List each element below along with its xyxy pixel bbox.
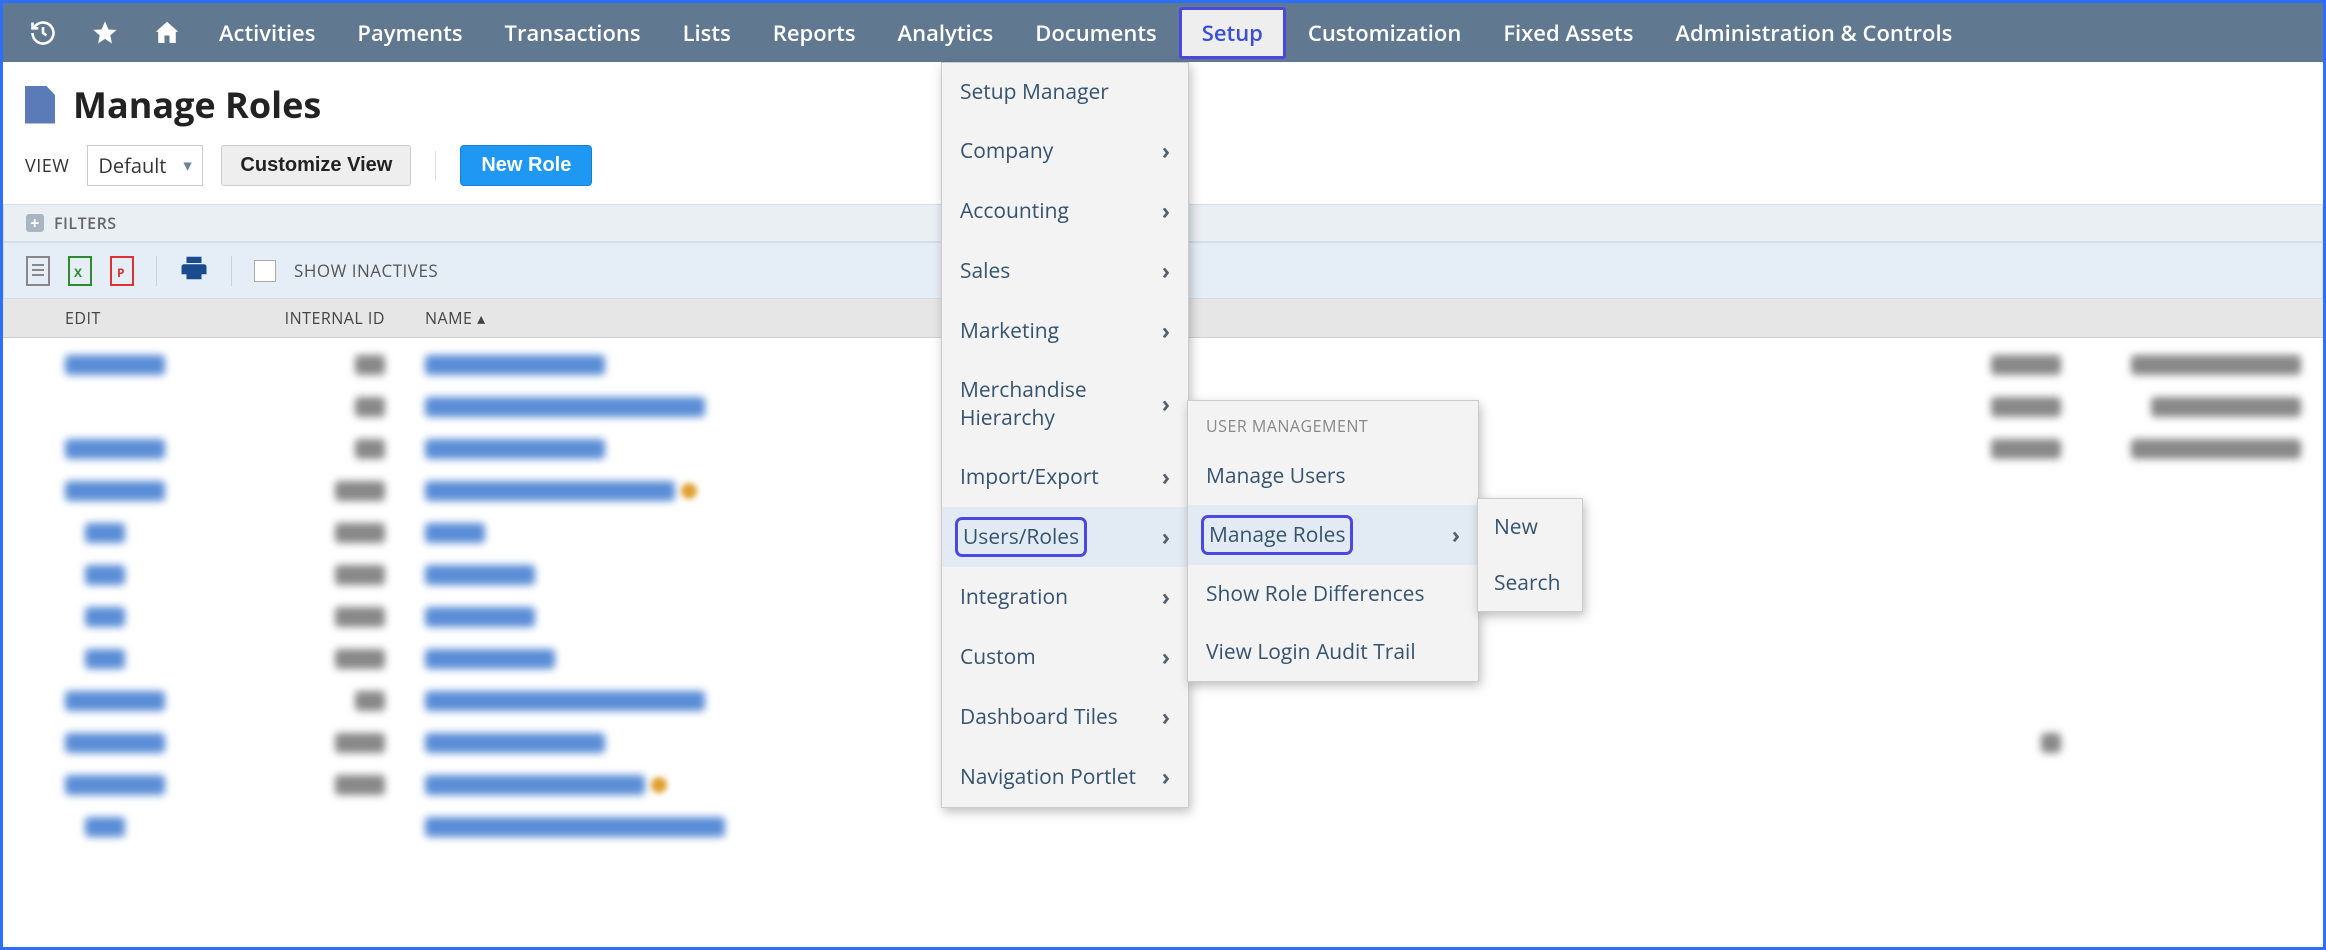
menu-item[interactable]: Navigation Portlet› (942, 747, 1188, 807)
new-role-button[interactable]: New Role (460, 145, 592, 186)
top-nav: Activities Payments Transactions Lists R… (3, 3, 2323, 62)
menu-item[interactable]: Search (1478, 555, 1582, 611)
show-inactives-label: SHOW INACTIVES (294, 259, 438, 282)
divider (435, 151, 436, 181)
nav-activities[interactable]: Activities (199, 3, 335, 62)
menu-item[interactable]: View Login Audit Trail (1188, 623, 1478, 681)
nav-admin-controls[interactable]: Administration & Controls (1655, 3, 1972, 62)
menu-item[interactable]: Custom› (942, 627, 1188, 687)
nav-documents[interactable]: Documents (1015, 3, 1177, 62)
chevron-right-icon: › (1162, 762, 1170, 792)
customize-view-button[interactable]: Customize View (221, 145, 411, 186)
nav-setup[interactable]: Setup (1179, 7, 1286, 59)
users-roles-submenu: USER MANAGEMENTManage UsersManage Roles›… (1187, 400, 1479, 682)
menu-item[interactable]: New (1478, 499, 1582, 555)
show-inactives-checkbox[interactable] (254, 260, 276, 282)
print-icon[interactable] (179, 253, 209, 288)
export-pdf-icon[interactable] (110, 256, 134, 286)
col-name[interactable]: NAME ▴ (425, 307, 2301, 329)
home-icon[interactable] (137, 3, 197, 62)
nav-customization[interactable]: Customization (1288, 3, 1481, 62)
page-title: Manage Roles (73, 80, 321, 129)
nav-fixed-assets[interactable]: Fixed Assets (1483, 3, 1653, 62)
chevron-right-icon: › (1452, 520, 1460, 550)
menu-item[interactable]: Merchandise Hierarchy› (942, 361, 1188, 447)
star-icon[interactable] (75, 3, 135, 62)
divider (156, 256, 157, 286)
export-csv-icon[interactable] (26, 256, 50, 286)
chevron-right-icon: › (1162, 582, 1170, 612)
menu-item[interactable]: Marketing› (942, 301, 1188, 361)
menu-item[interactable]: Setup Manager (942, 63, 1188, 121)
menu-item[interactable]: Manage Users (1188, 447, 1478, 505)
menu-item[interactable]: Users/Roles› (942, 507, 1188, 567)
chevron-right-icon: › (1162, 642, 1170, 672)
menu-item[interactable]: Sales› (942, 241, 1188, 301)
filters-label: FILTERS (54, 212, 117, 234)
col-edit[interactable]: EDIT (25, 307, 145, 329)
history-icon[interactable] (13, 3, 73, 62)
menu-item[interactable]: Import/Export› (942, 447, 1188, 507)
view-select[interactable]: Default (87, 145, 203, 186)
menu-item[interactable]: Show Role Differences (1188, 565, 1478, 623)
chevron-right-icon: › (1162, 316, 1170, 346)
chevron-right-icon: › (1162, 196, 1170, 226)
menu-item[interactable]: Dashboard Tiles› (942, 687, 1188, 747)
nav-lists[interactable]: Lists (663, 3, 751, 62)
view-label: VIEW (25, 154, 69, 178)
chevron-right-icon: › (1162, 136, 1170, 166)
export-excel-icon[interactable] (68, 256, 92, 286)
nav-transactions[interactable]: Transactions (485, 3, 661, 62)
divider (231, 256, 232, 286)
chevron-right-icon: › (1162, 462, 1170, 492)
table-row (3, 806, 2323, 848)
expand-filters-icon[interactable]: + (26, 214, 44, 232)
menu-item[interactable]: Manage Roles› (1188, 505, 1478, 565)
chevron-right-icon: › (1162, 256, 1170, 286)
nav-analytics[interactable]: Analytics (878, 3, 1014, 62)
page-icon (25, 86, 55, 124)
col-internal-id[interactable]: INTERNAL ID (145, 307, 425, 329)
menu-item[interactable]: Integration› (942, 567, 1188, 627)
chevron-right-icon: › (1162, 522, 1170, 552)
chevron-right-icon: › (1162, 702, 1170, 732)
nav-reports[interactable]: Reports (753, 3, 876, 62)
manage-roles-submenu: NewSearch (1477, 498, 1583, 612)
menu-item[interactable]: Company› (942, 121, 1188, 181)
chevron-right-icon: › (1162, 389, 1170, 419)
menu-item[interactable]: Accounting› (942, 181, 1188, 241)
submenu-header: USER MANAGEMENT (1188, 401, 1478, 447)
setup-dropdown: Setup ManagerCompany›Accounting›Sales›Ma… (941, 62, 1189, 808)
nav-payments[interactable]: Payments (337, 3, 482, 62)
